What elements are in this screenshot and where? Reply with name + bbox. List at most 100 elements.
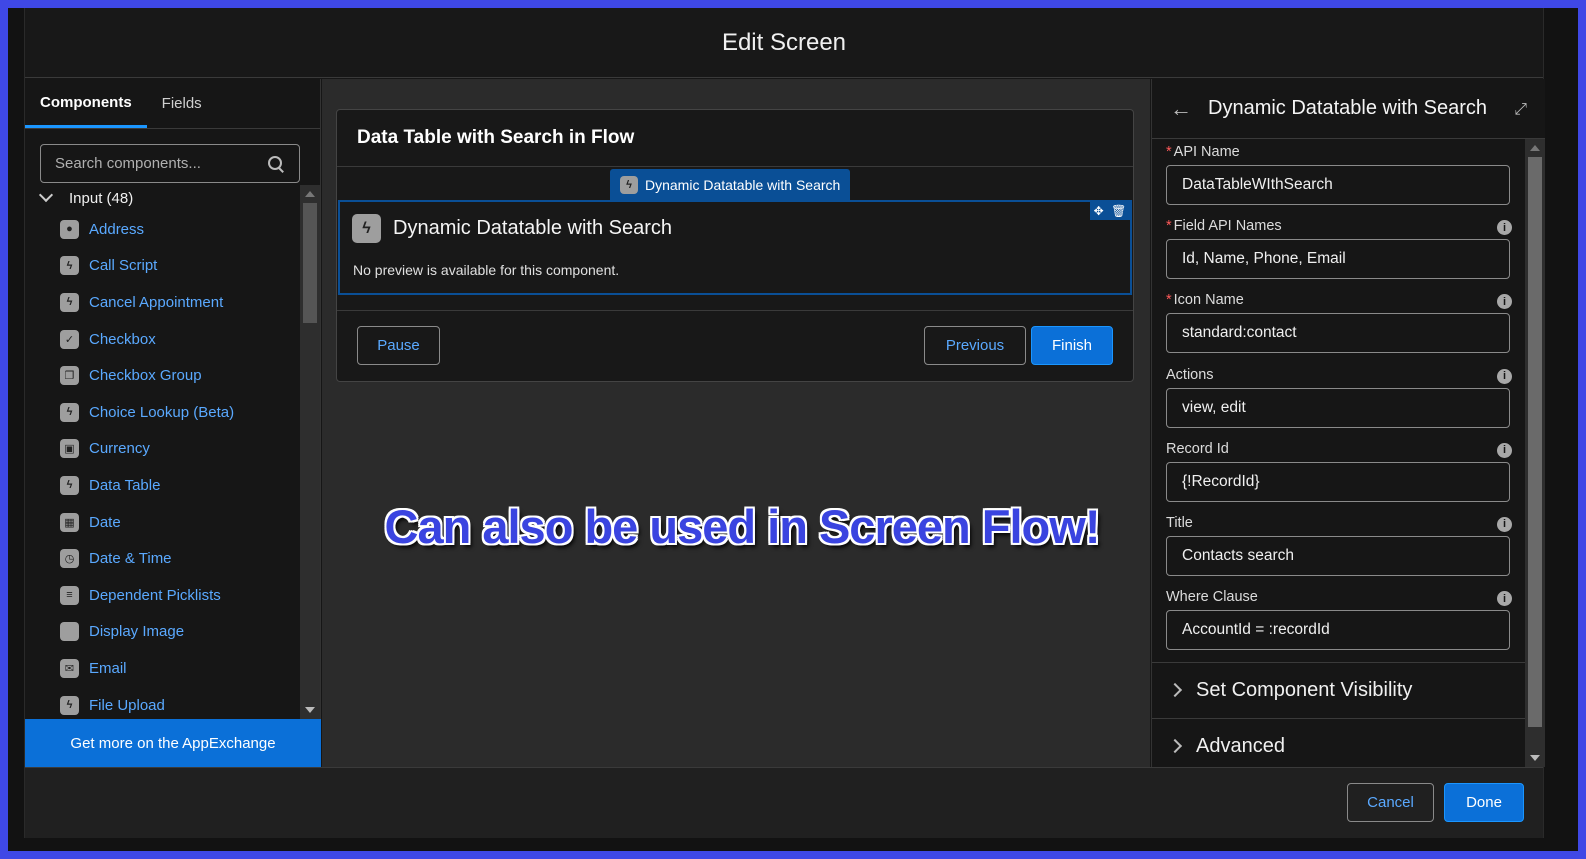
info-icon[interactable]: i	[1497, 368, 1512, 384]
scroll-thumb[interactable]	[1528, 157, 1542, 727]
prop-label: * API Name	[1166, 139, 1512, 165]
list-item[interactable]: ● Address	[25, 211, 321, 248]
overlay-caption: Can also be used in Screen Flow!	[384, 500, 1101, 553]
cancel-button[interactable]: Cancel	[1347, 783, 1434, 822]
scroll-up-icon[interactable]	[305, 191, 315, 197]
list-item-label: Data Table	[89, 476, 161, 494]
api-name-field[interactable]: DataTableWIthSearch	[1166, 165, 1510, 205]
section-label: Set Component Visibility	[1196, 679, 1413, 702]
list-item-label: Date	[89, 513, 121, 531]
field-api-names-field[interactable]: Id, Name, Phone, Email	[1166, 239, 1510, 280]
where-clause-field[interactable]: AccountId = :recordId	[1166, 610, 1510, 651]
title-field[interactable]: Contacts search	[1166, 535, 1510, 576]
bolt-icon: ϟ	[60, 256, 79, 276]
record-id-field[interactable]: {!RecordId}	[1166, 461, 1510, 502]
screen-title: Data Table with Search in Flow	[337, 110, 1133, 167]
prop-actions: Actions i view, edit	[1152, 362, 1526, 436]
section-advanced[interactable]: Advanced	[1152, 718, 1526, 767]
component-header: ϟ Dynamic Datatable with Search	[352, 214, 672, 243]
list-item[interactable]: ✓ Checkbox	[25, 321, 321, 358]
prop-record-id: Record Id i {!RecordId}	[1152, 436, 1526, 510]
info-icon[interactable]: i	[1497, 516, 1512, 532]
search-input[interactable]	[55, 155, 267, 172]
bolt-icon: ϟ	[60, 695, 79, 715]
done-button[interactable]: Done	[1444, 783, 1524, 822]
previous-button[interactable]: Previous	[924, 326, 1026, 365]
required-marker: *	[1166, 144, 1172, 160]
screen-canvas: Data Table with Search in Flow ϟ Dynamic…	[322, 79, 1150, 767]
required-marker: *	[1166, 218, 1172, 235]
chevron-right-icon	[1167, 683, 1183, 698]
finish-button[interactable]: Finish	[1031, 326, 1113, 365]
search-icon	[267, 155, 285, 173]
list-item-label: Checkbox Group	[89, 367, 202, 385]
scroll-thumb[interactable]	[303, 203, 317, 323]
components-scrollbar[interactable]	[300, 185, 320, 719]
prop-label: Title	[1166, 514, 1193, 531]
list-item[interactable]: ϟ Call Script	[25, 248, 321, 285]
checkbox-icon: ✓	[60, 329, 79, 349]
currency-icon: ▣	[60, 439, 79, 459]
divider	[337, 310, 1133, 311]
list-item[interactable]: Display Image	[25, 614, 321, 651]
modal-footer: Cancel Done	[25, 767, 1543, 838]
group-label: Input (48)	[69, 189, 134, 207]
expand-icon[interactable]: ⤢	[1514, 101, 1527, 119]
appexchange-button[interactable]: Get more on the AppExchange	[25, 719, 321, 767]
scroll-down-icon[interactable]	[1530, 755, 1540, 761]
actions-field[interactable]: view, edit	[1166, 387, 1510, 428]
list-item[interactable]: ▣ Currency	[25, 431, 321, 468]
checkbox-group-icon: ❐	[60, 366, 79, 386]
section-component-visibility[interactable]: Set Component Visibility	[1152, 662, 1526, 718]
list-item-label: Display Image	[89, 623, 185, 641]
list-item-label: Address	[89, 220, 145, 238]
prop-label-text: Icon Name	[1173, 292, 1244, 309]
required-marker: *	[1166, 292, 1172, 309]
scroll-up-icon[interactable]	[1530, 145, 1540, 151]
list-item[interactable]: ≡ Dependent Picklists	[25, 577, 321, 614]
list-item[interactable]: ϟ Cancel Appointment	[25, 284, 321, 321]
edit-screen-modal: Edit Screen Components Fields Input (48)…	[24, 8, 1545, 838]
list-item-label: File Upload	[89, 696, 165, 714]
list-icon: ≡	[60, 585, 79, 605]
image-icon	[60, 622, 79, 642]
component-tools: ✥ 🗑	[1090, 202, 1130, 220]
components-panel: Components Fields Input (48) ●Address ϟC…	[25, 79, 321, 767]
properties-title: Dynamic Datatable with Search	[1208, 97, 1488, 119]
info-icon[interactable]: i	[1497, 442, 1512, 458]
properties-scrollbar[interactable]	[1525, 139, 1545, 767]
trash-icon[interactable]: 🗑	[1111, 204, 1126, 218]
list-item[interactable]: ▦ Date	[25, 504, 321, 541]
bolt-icon: ϟ	[352, 214, 381, 243]
prop-label: Record Id	[1166, 440, 1229, 457]
component-tag[interactable]: ϟ Dynamic Datatable with Search	[610, 169, 851, 200]
list-item-label: Checkbox	[89, 330, 156, 348]
tab-fields[interactable]: Fields	[147, 79, 217, 128]
list-item[interactable]: ✉ Email	[25, 650, 321, 687]
component-name: Dynamic Datatable with Search	[393, 217, 673, 239]
bolt-icon: ϟ	[60, 292, 79, 312]
chevron-down-icon	[38, 187, 54, 203]
prop-label-text: Field API Names	[1173, 218, 1282, 235]
app-frame: Edit Screen Components Fields Input (48)…	[8, 8, 1578, 851]
list-item[interactable]: ϟ Choice Lookup (Beta)	[25, 394, 321, 431]
list-item-label: Date & Time	[89, 550, 172, 568]
list-item[interactable]: ϟ Data Table	[25, 467, 321, 504]
group-header-input[interactable]: Input (48)	[25, 185, 321, 211]
prop-label: * Field API Names	[1166, 213, 1512, 239]
prop-field-api-names: * Field API Names i Id, Name, Phone, Emai…	[1152, 213, 1526, 287]
back-arrow-icon[interactable]: ←	[1170, 96, 1192, 122]
selected-component[interactable]: ✥ 🗑 ϟ Dynamic Datatable with Search No p…	[338, 200, 1132, 295]
prop-icon-name: * Icon Name i standard:contact	[1152, 287, 1526, 361]
prop-where-clause: Where Clause i AccountId = :recordId	[1152, 584, 1526, 658]
tab-components[interactable]: Components	[25, 79, 147, 128]
list-item[interactable]: ◷ Date & Time	[25, 540, 321, 577]
list-item[interactable]: ❐ Checkbox Group	[25, 357, 321, 394]
icon-name-field[interactable]: standard:contact	[1166, 313, 1510, 354]
scroll-down-icon[interactable]	[305, 707, 315, 713]
move-icon[interactable]: ✥	[1094, 204, 1104, 218]
properties-panel: ← Dynamic Datatable with Search ⤢ * API N…	[1151, 79, 1545, 767]
list-item[interactable]: ϟ File Upload	[25, 687, 321, 719]
prop-label-text: API Name	[1173, 144, 1240, 160]
pause-button[interactable]: Pause	[357, 326, 440, 365]
